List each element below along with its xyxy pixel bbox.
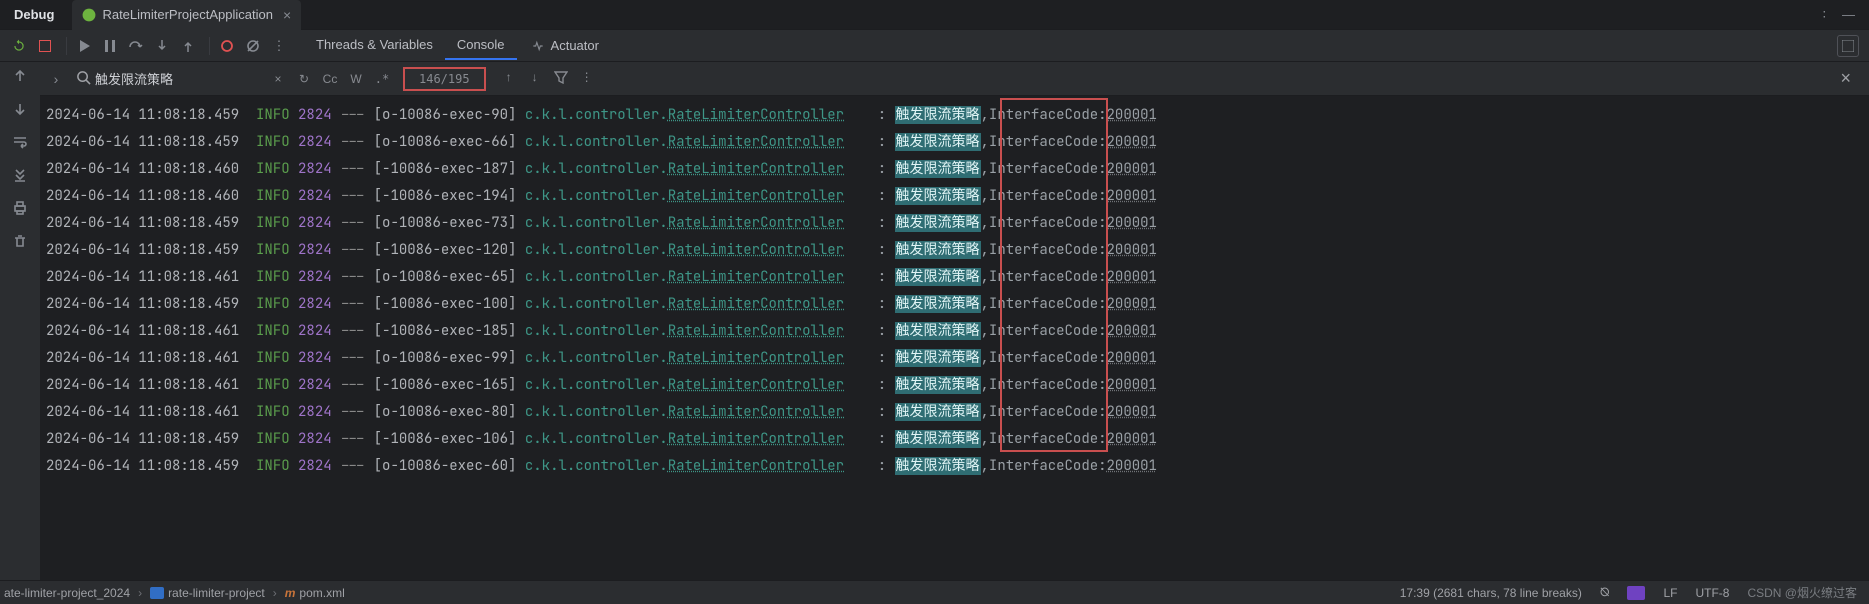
clear-search-button[interactable]: × — [265, 72, 291, 86]
maven-file-icon: m — [285, 586, 296, 600]
cursor-position[interactable]: 17:39 (2681 chars, 78 line breaks) — [1400, 586, 1582, 600]
resume-button[interactable] — [73, 35, 95, 57]
prev-match-button[interactable]: ↑ — [496, 70, 522, 87]
pause-button[interactable] — [99, 35, 121, 57]
log-line: 2024-06-14 11:08:18.459 INFO 2824 --- [o… — [46, 210, 1869, 237]
breadcrumb-segment-2[interactable]: rate-limiter-project — [146, 586, 269, 600]
whole-word-button[interactable]: W — [343, 72, 369, 86]
minimize-icon[interactable]: — — [1842, 7, 1855, 23]
search-more-button[interactable]: ⋮ — [574, 70, 600, 87]
log-line: 2024-06-14 11:08:18.461 INFO 2824 --- [o… — [46, 399, 1869, 426]
close-tab-icon[interactable]: × — [283, 7, 291, 23]
log-line: 2024-06-14 11:08:18.461 INFO 2824 --- [-… — [46, 318, 1869, 345]
actuator-label: Actuator — [551, 38, 599, 53]
breadcrumb-text: rate-limiter-project — [168, 586, 265, 600]
chevron-right-icon: › — [273, 586, 277, 600]
encoding-indicator[interactable]: UTF-8 — [1695, 586, 1729, 600]
scroll-down-button[interactable] — [12, 101, 28, 120]
log-line: 2024-06-14 11:08:18.459 INFO 2824 --- [-… — [46, 291, 1869, 318]
more-actions-button[interactable]: ⋮ — [268, 35, 290, 57]
filter-button[interactable] — [548, 70, 574, 87]
match-case-button[interactable]: Cc — [317, 72, 343, 86]
scroll-up-button[interactable] — [12, 68, 28, 87]
breadcrumb-segment-3[interactable]: mpom.xml — [281, 586, 349, 600]
log-line: 2024-06-14 11:08:18.459 INFO 2824 --- [o… — [46, 102, 1869, 129]
breadcrumb-text: ate-limiter-project_2024 — [4, 586, 130, 600]
close-search-button[interactable]: × — [1840, 68, 1851, 89]
tab-actuator[interactable]: Actuator — [531, 38, 599, 53]
log-line: 2024-06-14 11:08:18.461 INFO 2824 --- [o… — [46, 345, 1869, 372]
clear-button[interactable] — [12, 233, 28, 252]
history-button[interactable]: ↻ — [291, 72, 317, 86]
line-ending-indicator[interactable]: LF — [1663, 586, 1677, 600]
print-button[interactable] — [12, 200, 28, 219]
rerun-button[interactable] — [8, 35, 30, 57]
search-input[interactable] — [95, 71, 265, 86]
soft-wrap-button[interactable] — [12, 134, 28, 153]
chevron-right-icon: › — [138, 586, 142, 600]
step-out-button[interactable] — [177, 35, 199, 57]
watermark-text: CSDN @烟火缭过客 — [1747, 584, 1857, 601]
next-match-button[interactable]: ↓ — [522, 70, 548, 87]
actuator-icon — [531, 39, 545, 53]
expand-search-icon[interactable]: › — [46, 71, 66, 87]
step-over-button[interactable] — [125, 35, 147, 57]
run-config-tab[interactable]: RateLimiterProjectApplication × — [72, 0, 301, 30]
log-line: 2024-06-14 11:08:18.459 INFO 2824 --- [-… — [46, 237, 1869, 264]
search-counter: 146/195 — [403, 67, 486, 91]
tab-console[interactable]: Console — [445, 31, 517, 60]
console-output[interactable]: 2024-06-14 11:08:18.459 INFO 2824 --- [o… — [40, 96, 1869, 580]
step-into-button[interactable] — [151, 35, 173, 57]
log-line: 2024-06-14 11:08:18.461 INFO 2824 --- [o… — [46, 264, 1869, 291]
log-line: 2024-06-14 11:08:18.460 INFO 2824 --- [-… — [46, 183, 1869, 210]
line-separator-indicator[interactable]: ⦰ — [1600, 585, 1610, 600]
ai-assistant-icon[interactable] — [1627, 586, 1645, 600]
regex-button[interactable]: .* — [369, 72, 395, 86]
log-line: 2024-06-14 11:08:18.460 INFO 2824 --- [-… — [46, 156, 1869, 183]
spring-icon — [82, 8, 96, 22]
stop-button[interactable] — [34, 35, 56, 57]
breadcrumb-segment-1[interactable]: ate-limiter-project_2024 — [0, 586, 134, 600]
breadcrumb-text: pom.xml — [299, 586, 344, 600]
view-breakpoints-button[interactable] — [216, 35, 238, 57]
mute-breakpoints-button[interactable] — [242, 35, 264, 57]
log-line: 2024-06-14 11:08:18.461 INFO 2824 --- [-… — [46, 372, 1869, 399]
tab-threads-variables[interactable]: Threads & Variables — [304, 31, 445, 60]
layout-settings-button[interactable] — [1837, 35, 1859, 57]
folder-icon — [150, 587, 164, 599]
more-icon[interactable]: ∶ — [1823, 7, 1826, 23]
log-line: 2024-06-14 11:08:18.459 INFO 2824 --- [o… — [46, 453, 1869, 480]
run-config-name: RateLimiterProjectApplication — [102, 7, 273, 22]
debug-tab-label[interactable]: Debug — [0, 7, 72, 22]
log-line: 2024-06-14 11:08:18.459 INFO 2824 --- [o… — [46, 129, 1869, 156]
log-line: 2024-06-14 11:08:18.459 INFO 2824 --- [-… — [46, 426, 1869, 453]
search-icon — [76, 70, 91, 88]
scroll-to-end-button[interactable] — [12, 167, 28, 186]
